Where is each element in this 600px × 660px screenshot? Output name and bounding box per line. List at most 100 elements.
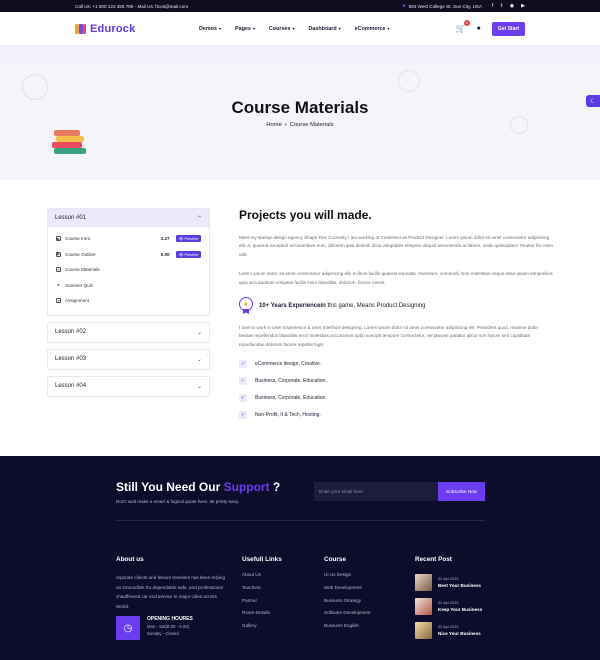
dark-mode-toggle-icon[interactable]: ☾ (586, 95, 600, 107)
feature-item: ✓ Business, Corporate, Education. (239, 372, 553, 389)
assignment-icon: ≡ (56, 298, 61, 304)
footer-link[interactable]: UI Ux Design (324, 572, 370, 585)
nav-courses[interactable]: Courses ▾ (269, 26, 295, 32)
nav-pages[interactable]: Pages ▾ (235, 26, 255, 32)
twitter-icon[interactable]: 𝕥 (500, 3, 502, 9)
chevron-down-icon: ▾ (218, 26, 221, 31)
lesson-item-name: Course Outline (65, 251, 96, 257)
document-icon: ≡ (56, 267, 61, 273)
chevron-down-icon: ⌄ (196, 383, 202, 390)
post-date: 02 Apr 2023 (438, 576, 459, 581)
facebook-icon[interactable]: f (492, 3, 493, 9)
newsletter-title-end: ? (269, 480, 281, 494)
breadcrumb-current: Course Materials (289, 122, 334, 128)
course-title: Course (324, 556, 347, 563)
feature-list: ✓ eCommerce design, Creative. ✓ Business, … (239, 355, 553, 423)
lesson-panel-closed[interactable]: Lesson #02 ⌄ (47, 321, 210, 343)
recent-post[interactable]: 02 Apr 2023 Best Your Business (415, 570, 482, 594)
cart-icon[interactable]: 🛒 0 (456, 20, 470, 33)
recent-post[interactable]: 02 Apr 2023 Keep Your Business (415, 594, 482, 618)
footer-link[interactable]: Room-Details (242, 610, 270, 623)
lesson-duration: 5.00 (160, 251, 170, 257)
about-title: About us (116, 556, 144, 563)
top-bar: Call Us: +1 800 123 456 789 - Mail Us: f… (0, 0, 600, 12)
site-footer: Still You Need Our Support ? Don't wait … (0, 456, 600, 660)
lesson-item[interactable]: ➤ Summer Quiz (56, 278, 201, 294)
links-title: Usefull Links (242, 556, 282, 563)
social-links: f 𝕥 ◉ ▶ (492, 3, 525, 9)
feature-label: eCommerce design, Creative. (255, 360, 322, 367)
experience-text: 10+ Years Experiencein this game, Means … (259, 303, 426, 309)
feature-item: ✓ Non-Profit, It & Tech, Hosting. (239, 406, 553, 423)
lesson-item[interactable]: ≡ Assignment (56, 293, 201, 309)
get-start-button[interactable]: Get Start (491, 21, 525, 36)
header-actions: 🛒 0 ● Get Start (456, 20, 525, 36)
lesson-accordion: Lesson #01 ⌃ ▶ Course Intro 3.27 👁 Previ… (47, 208, 210, 397)
youtube-icon[interactable]: ▶ (521, 3, 525, 9)
nav-label: Demos (199, 25, 217, 32)
preview-button[interactable]: 👁 Preview (175, 250, 201, 258)
lesson-item[interactable]: ≡ Course Materials (56, 262, 201, 278)
preview-button[interactable]: 👁 Preview (175, 235, 201, 243)
chevron-down-icon: ▾ (338, 26, 341, 31)
lesson-item-name: Summer Quiz (65, 282, 94, 288)
logo-text: Edurock (90, 22, 136, 35)
chevron-up-icon: ⌃ (196, 215, 202, 222)
lesson-header[interactable]: Lesson #02 ⌄ (48, 323, 209, 342)
lesson-header[interactable]: Lesson #03 ⌄ (48, 350, 209, 369)
nav-label: eCommerce (354, 25, 386, 32)
post-thumbnail (415, 621, 432, 639)
footer-link[interactable]: Partner (242, 598, 270, 611)
location-pin-icon: ● (402, 3, 406, 9)
recent-post[interactable]: 02 Apr 2023 Nice Your Business (415, 618, 482, 642)
subscribe-button[interactable]: Subscribe Now (438, 482, 485, 501)
feature-label: Business, Corporate, Education. (255, 394, 327, 401)
main-header: Edurock Demos ▾ Pages ▾ Courses ▾ Dashboard… (0, 12, 600, 46)
lesson-title: Lesson #01 (55, 215, 87, 221)
breadcrumb-home[interactable]: Home (266, 122, 281, 128)
hours-line: Mon - Sat(8.00 - 6.00) (147, 624, 190, 629)
contact-info: Call Us: +1 800 123 456 789 - Mail Us: f… (75, 3, 189, 9)
content-paragraph: Meet my startup design agency Shape Rex … (239, 235, 554, 257)
post-title: Nice Your Business (438, 630, 481, 636)
logo[interactable]: Edurock (75, 23, 185, 35)
nav-ecommerce[interactable]: eCommerce ▾ (355, 26, 390, 32)
footer-link[interactable]: Teachers (242, 585, 270, 598)
nav-demos[interactable]: Demos ▾ (199, 26, 221, 32)
footer-divider (116, 520, 485, 521)
lesson-panel-closed[interactable]: Lesson #04 ⌄ (47, 375, 210, 397)
medal-icon: ★ (239, 297, 253, 315)
preview-label: Preview (184, 237, 198, 242)
instagram-icon[interactable]: ◉ (510, 3, 514, 9)
opening-hours: ◷ OPENING HOURES Mon - Sat(8.00 - 6.00) … (116, 616, 193, 640)
chevron-down-icon: ▾ (292, 26, 295, 31)
footer-link[interactable]: Web Development (324, 585, 370, 598)
chevron-down-icon: ⌄ (196, 329, 202, 336)
lesson-header[interactable]: Lesson #01 ⌃ (48, 209, 209, 227)
post-date: 02 Apr 2023 (438, 624, 459, 629)
logo-books-icon (75, 23, 86, 34)
lesson-item[interactable]: ▶ Course Intro 3.27 👁 Preview (56, 231, 201, 247)
footer-link[interactable]: Gallery (242, 623, 270, 636)
footer-link[interactable]: Business English (324, 623, 370, 636)
footer-link[interactable]: About Us (242, 572, 270, 585)
email-input[interactable] (314, 482, 438, 501)
check-icon: ✓ (239, 376, 247, 385)
lesson-title: Lesson #03 (55, 356, 87, 362)
lesson-header[interactable]: Lesson #04 ⌄ (48, 377, 209, 396)
user-icon[interactable]: ● (477, 25, 481, 32)
newsletter-title-start: Still You Need Our (116, 480, 224, 494)
video-icon: ▶ (56, 251, 61, 257)
lesson-panel-closed[interactable]: Lesson #03 ⌄ (47, 348, 210, 370)
lesson-item[interactable]: ▶ Course Outline 5.00 👁 Preview (56, 247, 201, 263)
post-date: 02 Apr 2023 (438, 600, 459, 605)
about-text: orporate clients and leisure travelers h… (116, 575, 226, 609)
newsletter-title-accent: Support (223, 480, 270, 494)
footer-link[interactable]: Software Development (324, 610, 370, 623)
footer-link[interactable]: Business Strategy (324, 598, 370, 611)
main-nav: Demos ▾ Pages ▾ Courses ▾ Dashboard ▾ eComme… (185, 26, 456, 32)
nav-dashboard[interactable]: Dashboard ▾ (309, 26, 341, 32)
chevron-down-icon: ⌄ (196, 356, 202, 363)
books-illustration (52, 130, 88, 156)
feature-label: Business, Corporate, Education. (255, 377, 327, 384)
